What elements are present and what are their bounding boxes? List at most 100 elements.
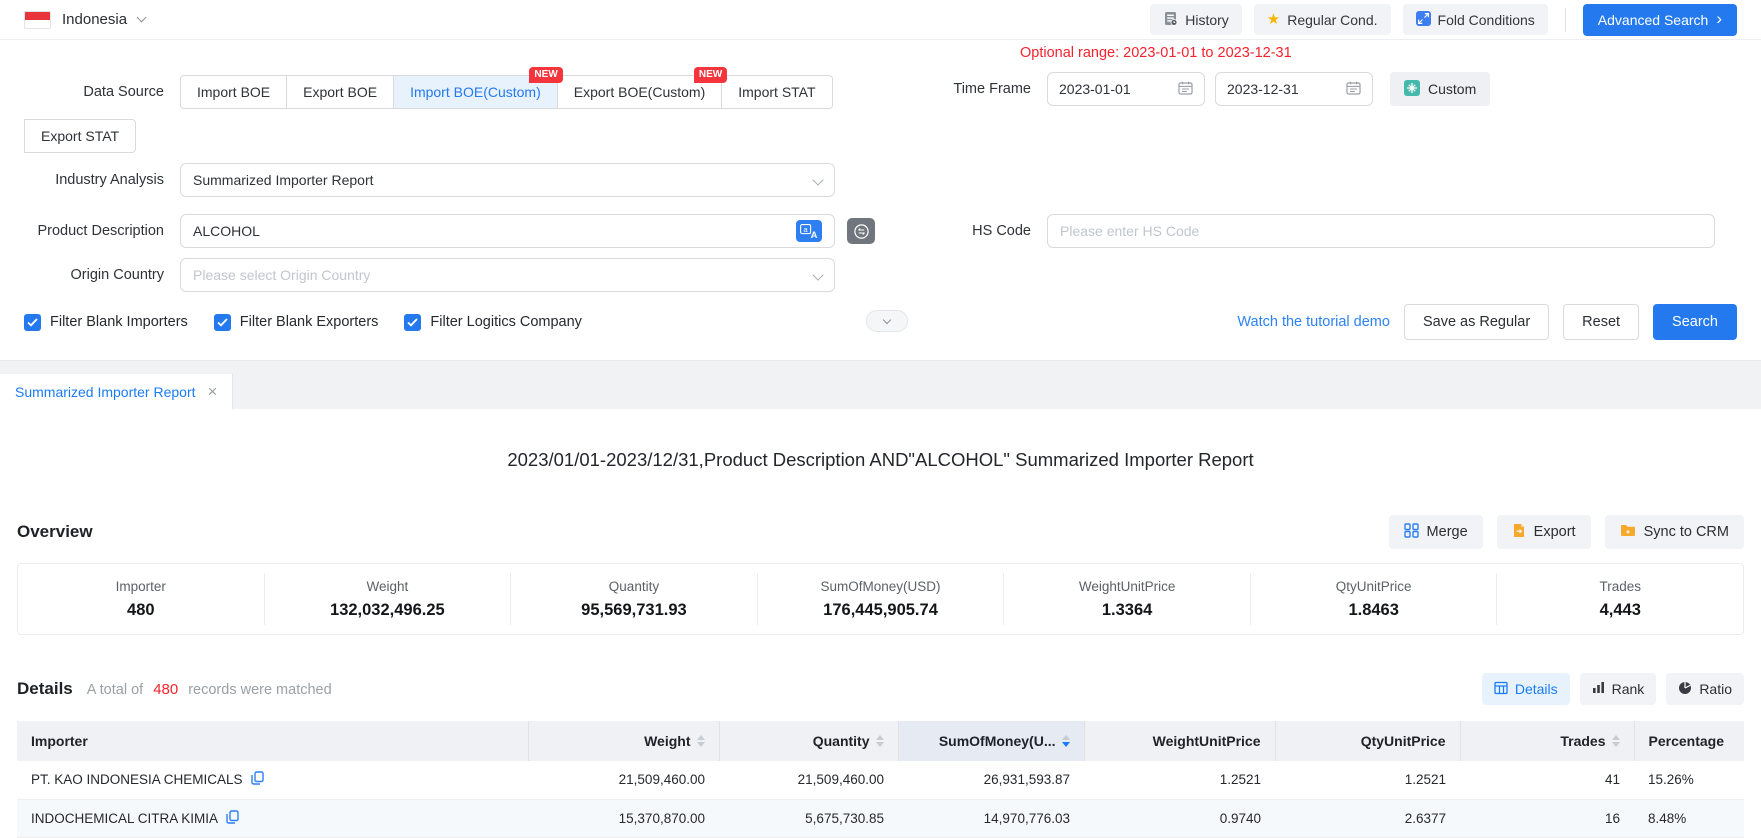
tab-import-boe[interactable]: Import BOE bbox=[180, 75, 287, 109]
tab-export-boe-custom[interactable]: Export BOE(Custom)NEW bbox=[557, 75, 722, 109]
copy-icon[interactable] bbox=[251, 771, 264, 788]
overview-header: Overview Merge Export Sync to CRM bbox=[0, 515, 1761, 549]
sort-icon[interactable] bbox=[1612, 735, 1620, 747]
optional-range-hint: Optional range: 2023-01-01 to 2023-12-31 bbox=[1020, 45, 1292, 61]
bar-chart-icon bbox=[1592, 681, 1605, 697]
regular-cond-label: Regular Cond. bbox=[1287, 12, 1377, 28]
details-heading: Details bbox=[17, 679, 73, 699]
close-icon[interactable]: × bbox=[208, 383, 218, 400]
stat-weightunitprice: WeightUnitPrice1.3364 bbox=[1003, 573, 1250, 625]
translate-icon[interactable]: aA bbox=[796, 220, 822, 242]
tab-summarized-importer-report[interactable]: Summarized Importer Report × bbox=[0, 374, 233, 409]
sort-icon[interactable] bbox=[876, 735, 884, 747]
view-ratio-button[interactable]: Ratio bbox=[1666, 673, 1744, 705]
sync-to-crm-button[interactable]: Sync to CRM bbox=[1605, 515, 1744, 549]
industry-analysis-select[interactable]: Summarized Importer Report bbox=[180, 163, 835, 197]
checkbox-checked-icon bbox=[24, 314, 41, 331]
origin-country-label: Origin Country bbox=[24, 267, 164, 283]
calendar-icon bbox=[1178, 81, 1193, 98]
expand-conditions-button[interactable] bbox=[866, 310, 908, 332]
table-header-row: Importer Weight Quantity SumOfMoney(U...… bbox=[17, 721, 1744, 761]
start-date-input[interactable]: 2023-01-01 bbox=[1047, 72, 1205, 106]
chevron-down-icon bbox=[883, 315, 891, 323]
stat-sumofmoney: SumOfMoney(USD)176,445,905.74 bbox=[757, 573, 1004, 625]
topbar-actions: History ★ Regular Cond. Fold Conditions … bbox=[1150, 4, 1737, 36]
col-weight-header[interactable]: Weight bbox=[528, 721, 719, 761]
col-trades-header[interactable]: Trades bbox=[1460, 721, 1634, 761]
calendar-icon bbox=[1346, 81, 1361, 98]
fold-conditions-label: Fold Conditions bbox=[1438, 12, 1535, 28]
filter-blank-exporters-checkbox[interactable]: Filter Blank Exporters bbox=[214, 314, 379, 331]
report-title: 2023/01/01-2023/12/31,Product Descriptio… bbox=[0, 449, 1761, 471]
origin-country-select[interactable]: Please select Origin Country bbox=[180, 258, 835, 292]
advanced-search-label: Advanced Search bbox=[1598, 12, 1709, 28]
fold-conditions-button[interactable]: Fold Conditions bbox=[1403, 4, 1548, 35]
hs-code-input[interactable]: Please enter HS Code bbox=[1047, 214, 1715, 248]
col-sumofmoney-header[interactable]: SumOfMoney(U... bbox=[898, 721, 1084, 761]
details-header: Details A total of480records were matche… bbox=[0, 673, 1761, 705]
match-count: 480 bbox=[153, 681, 178, 698]
exclude-icon[interactable] bbox=[847, 218, 875, 244]
country-name: Indonesia bbox=[62, 11, 127, 28]
tab-export-boe[interactable]: Export BOE bbox=[286, 75, 394, 109]
end-date-input[interactable]: 2023-12-31 bbox=[1215, 72, 1373, 106]
view-switcher: Details Rank Ratio bbox=[1482, 673, 1744, 705]
chevron-down-icon bbox=[812, 174, 823, 185]
tutorial-link[interactable]: Watch the tutorial demo bbox=[1237, 314, 1390, 330]
form-actions: Watch the tutorial demo Save as Regular … bbox=[1237, 304, 1737, 340]
history-label: History bbox=[1185, 12, 1229, 28]
view-rank-button[interactable]: Rank bbox=[1580, 673, 1657, 705]
sort-icon-active[interactable] bbox=[1062, 735, 1070, 747]
star-icon: ★ bbox=[1267, 12, 1280, 27]
stat-weight: Weight132,032,496.25 bbox=[264, 573, 511, 625]
col-quantity-header[interactable]: Quantity bbox=[719, 721, 898, 761]
topbar: Indonesia History ★ Regular Cond. Fold C… bbox=[0, 0, 1761, 40]
industry-analysis-row: Industry Analysis Summarized Importer Re… bbox=[24, 163, 1737, 197]
custom-icon bbox=[1404, 80, 1420, 99]
filter-logitics-company-checkbox[interactable]: Filter Logitics Company bbox=[404, 314, 582, 331]
country-selector[interactable]: Indonesia bbox=[24, 11, 145, 29]
divider bbox=[1565, 8, 1566, 32]
product-description-label: Product Description bbox=[24, 223, 164, 239]
advanced-search-button[interactable]: Advanced Search › bbox=[1583, 4, 1737, 36]
new-badge: NEW bbox=[694, 67, 727, 83]
tab-import-stat[interactable]: Import STAT bbox=[721, 75, 832, 109]
save-as-regular-button[interactable]: Save as Regular bbox=[1404, 304, 1549, 340]
data-source-label: Data Source bbox=[24, 84, 164, 100]
copy-icon[interactable] bbox=[226, 810, 239, 827]
stat-importer: Importer480 bbox=[18, 573, 264, 625]
table-grid-icon bbox=[1494, 681, 1508, 698]
time-frame-label: Time Frame bbox=[941, 81, 1031, 97]
importer-name-link[interactable]: INDOCHEMICAL CITRA KIMIA bbox=[31, 811, 218, 826]
sort-icon[interactable] bbox=[697, 735, 705, 747]
search-button[interactable]: Search bbox=[1653, 304, 1737, 340]
data-source-row-2: Export STAT bbox=[24, 119, 1737, 153]
chevron-right-icon: › bbox=[1716, 10, 1722, 27]
tab-import-boe-custom[interactable]: Import BOE(Custom)NEW bbox=[393, 75, 558, 109]
importer-name-link[interactable]: PT. KAO INDONESIA CHEMICALS bbox=[31, 772, 243, 787]
checkbox-checked-icon bbox=[404, 314, 421, 331]
data-source-tabs: Import BOE Export BOE Import BOE(Custom)… bbox=[180, 75, 833, 109]
table-row: INDOCHEMICAL CITRA KIMIA 15,370,870.00 5… bbox=[17, 799, 1744, 837]
view-details-button[interactable]: Details bbox=[1482, 673, 1570, 705]
history-button[interactable]: History bbox=[1150, 4, 1242, 35]
custom-range-button[interactable]: Custom bbox=[1390, 72, 1490, 106]
overview-heading: Overview bbox=[17, 522, 93, 542]
col-weightunitprice-header: WeightUnitPrice bbox=[1084, 721, 1275, 761]
merge-button[interactable]: Merge bbox=[1389, 515, 1483, 549]
export-button[interactable]: Export bbox=[1497, 515, 1591, 549]
export-icon bbox=[1512, 523, 1526, 542]
filter-blank-importers-checkbox[interactable]: Filter Blank Importers bbox=[24, 314, 188, 331]
folder-icon bbox=[1620, 524, 1636, 541]
regular-cond-button[interactable]: ★ Regular Cond. bbox=[1254, 4, 1391, 35]
reset-button[interactable]: Reset bbox=[1563, 304, 1639, 340]
details-table: Importer Weight Quantity SumOfMoney(U...… bbox=[17, 721, 1744, 838]
tab-export-stat[interactable]: Export STAT bbox=[24, 119, 136, 153]
col-qtyunitprice-header: QtyUnitPrice bbox=[1275, 721, 1460, 761]
search-form: Optional range: 2023-01-01 to 2023-12-31… bbox=[0, 40, 1761, 360]
history-icon bbox=[1163, 11, 1178, 29]
col-importer-header: Importer bbox=[17, 721, 528, 761]
merge-icon bbox=[1404, 523, 1419, 542]
product-description-input[interactable]: ALCOHOL aA bbox=[180, 214, 835, 248]
stat-qtyunitprice: QtyUnitPrice1.8463 bbox=[1250, 573, 1497, 625]
